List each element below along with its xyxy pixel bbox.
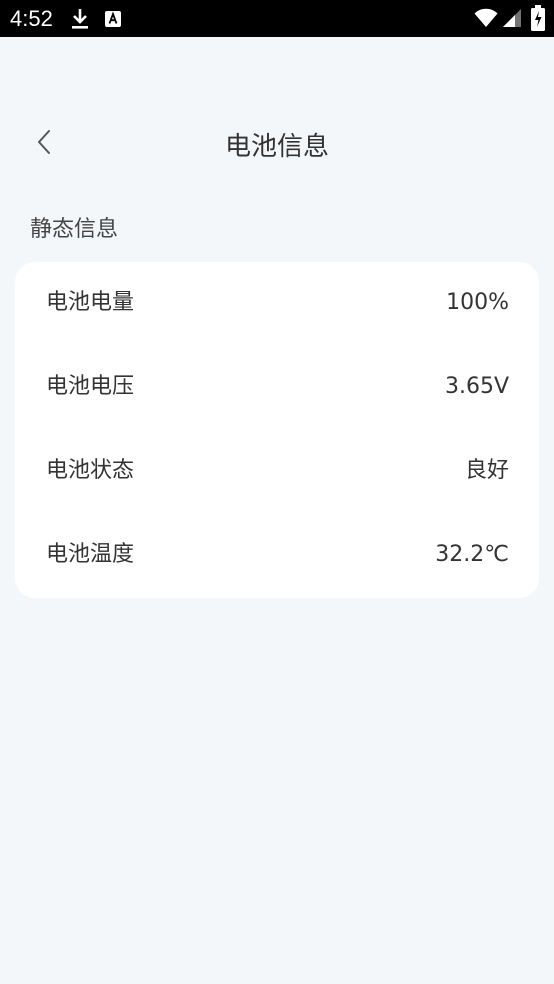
signal-icon <box>503 9 521 27</box>
battery-status-label: 电池状态 <box>46 458 135 483</box>
battery-level-value: 100% <box>446 290 509 315</box>
page-title: 电池信息 <box>224 132 329 162</box>
battery-voltage-row: 电池电压 3.65V <box>15 346 539 430</box>
battery-temperature-value: 32.2℃ <box>435 542 509 567</box>
battery-info-card: 电池电量 100% 电池电压 3.65V 电池状态 良好 电池温度 32.2℃ <box>15 262 539 598</box>
battery-voltage-value: 3.65V <box>444 374 509 399</box>
battery-status-value: 良好 <box>464 458 509 483</box>
battery-temperature-label: 电池温度 <box>46 542 135 567</box>
text-input-icon <box>105 11 121 27</box>
battery-voltage-label: 电池电压 <box>46 374 135 399</box>
status-bar: 4:52 <box>0 0 554 37</box>
status-time: 4:52 <box>10 6 53 31</box>
battery-level-label: 电池电量 <box>46 290 135 315</box>
battery-status-row: 电池状态 良好 <box>15 430 539 514</box>
wifi-icon <box>474 8 498 27</box>
download-icon <box>72 9 88 29</box>
section-title: 静态信息 <box>30 217 119 242</box>
battery-icon <box>531 5 545 31</box>
battery-temperature-row: 电池温度 32.2℃ <box>15 514 539 598</box>
battery-level-row: 电池电量 100% <box>15 262 539 346</box>
